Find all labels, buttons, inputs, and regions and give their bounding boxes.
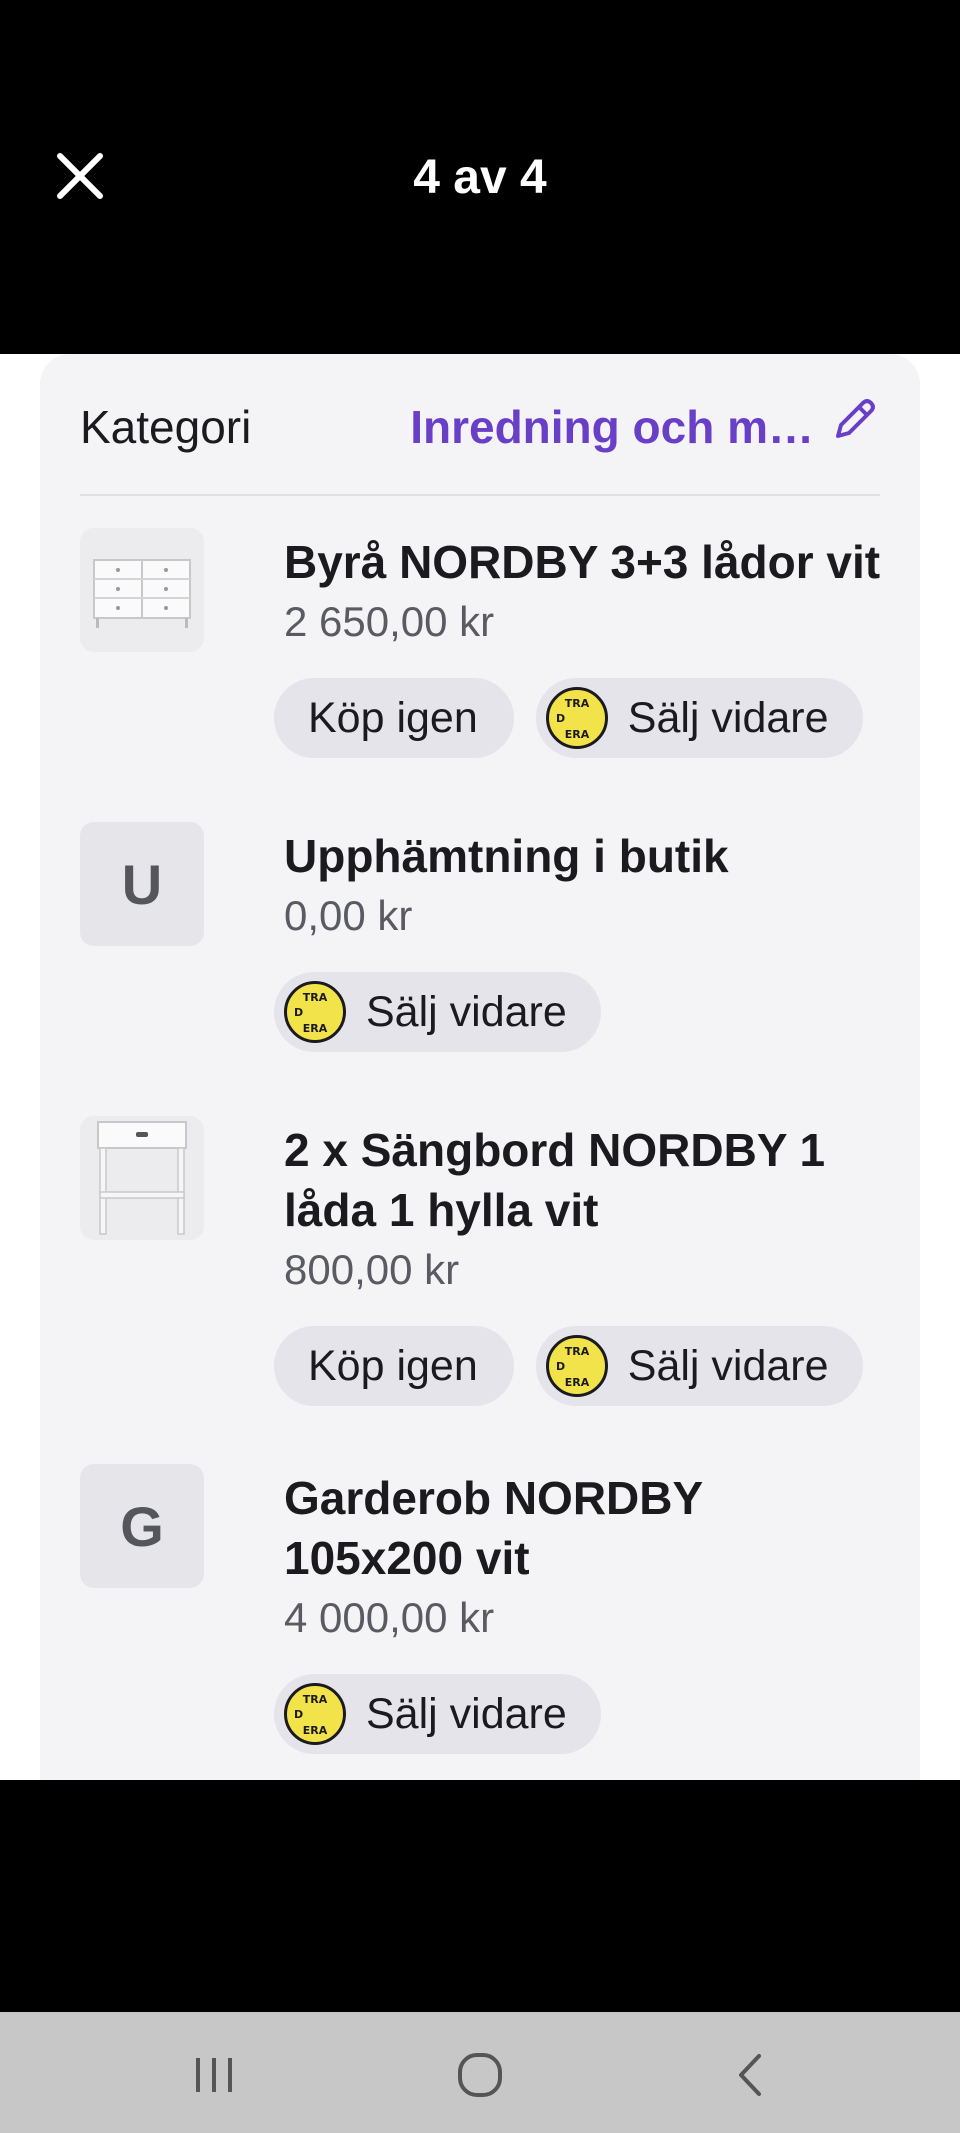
svg-text:ERA: ERA [565,1376,590,1389]
list-item: Byrå NORDBY 3+3 lådor vit 2 650,00 kr Kö… [80,528,880,788]
sell-on-label: Sälj vidare [366,987,567,1036]
category-value[interactable]: Inredning och m… [410,400,814,454]
viewer-header: 4 av 4 [0,0,960,354]
item-letter-avatar: G [80,1464,204,1588]
tradera-logo: TRA ERA D [284,1683,346,1745]
buy-again-label: Köp igen [308,1341,478,1390]
buy-again-button[interactable]: Köp igen [274,1326,514,1406]
svg-text:TRA: TRA [303,991,328,1004]
tradera-logo: TRA ERA D [545,1335,608,1397]
svg-text:TRA: TRA [565,1345,590,1358]
list-item: 2 x Sängbord NORDBY 1 låda 1 hylla vit 8… [80,1116,880,1426]
item-letter-avatar: U [80,822,204,946]
item-actions: TRA ERA D Sälj vidare [274,972,601,1052]
sell-on-label: Sälj vidare [627,1341,829,1390]
item-title: Upphämtning i butik [284,830,729,882]
item-title: Byrå NORDBY 3+3 lådor vit [284,536,881,588]
tradera-logo: TRA ERA D [545,687,608,749]
receipt-sheet: Kategori Inredning och m… Byrå NORDBY 3+… [0,354,960,1780]
list-item: U Upphämtning i butik 0,00 kr TRA ERA D … [80,822,880,1062]
item-price: 800,00 kr [284,1246,460,1293]
list-item: G Garderob NORDBY 105x200 vit 4 000,00 k… [80,1464,880,1774]
buy-again-button[interactable]: Köp igen [274,678,514,758]
svg-text:TRA: TRA [303,1693,328,1706]
svg-text:ERA: ERA [565,728,590,741]
page-counter: 4 av 4 [413,151,547,204]
item-actions: Köp igen TRA ERA D Sälj vidare [274,1326,863,1406]
tradera-logo: TRA ERA D [284,981,346,1043]
item-price: 2 650,00 kr [284,598,495,645]
dresser-image [80,528,204,652]
system-nav-bar [0,2012,960,2133]
item-title: 2 x Sängbord NORDBY 1 låda 1 hylla vit [284,1124,826,1236]
item-price: 0,00 kr [284,892,413,939]
recents-icon[interactable] [190,2050,240,2100]
back-icon[interactable] [727,2050,777,2100]
svg-text:D: D [556,1360,565,1373]
item-actions: Köp igen TRA ERA D Sälj vidare [274,678,863,758]
sell-on-button[interactable]: TRA ERA D Sälj vidare [535,678,863,758]
buy-again-label: Köp igen [308,693,478,742]
svg-text:D: D [556,712,565,725]
svg-text:TRA: TRA [565,697,590,710]
item-price: 4 000,00 kr [284,1594,495,1641]
svg-text:ERA: ERA [303,1022,328,1035]
item-title: Garderob NORDBY 105x200 vit [284,1472,703,1584]
category-label: Kategori [80,401,252,453]
svg-text:ERA: ERA [303,1724,328,1737]
svg-text:D: D [294,1708,303,1721]
home-icon[interactable] [455,2050,505,2100]
sell-on-button[interactable]: TRA ERA D Sälj vidare [274,1674,601,1754]
sell-on-button[interactable]: TRA ERA D Sälj vidare [274,972,601,1052]
svg-text:D: D [294,1006,303,1019]
edit-pencil-icon[interactable] [830,394,880,444]
divider [80,494,880,496]
receipt-card: Kategori Inredning och m… Byrå NORDBY 3+… [40,354,920,1780]
sell-on-label: Sälj vidare [627,693,829,742]
nightstand-image [80,1116,204,1240]
item-actions: TRA ERA D Sälj vidare [274,1674,601,1754]
sell-on-button[interactable]: TRA ERA D Sälj vidare [535,1326,863,1406]
sell-on-label: Sälj vidare [366,1689,567,1738]
category-row[interactable]: Kategori Inredning och m… [80,392,880,462]
